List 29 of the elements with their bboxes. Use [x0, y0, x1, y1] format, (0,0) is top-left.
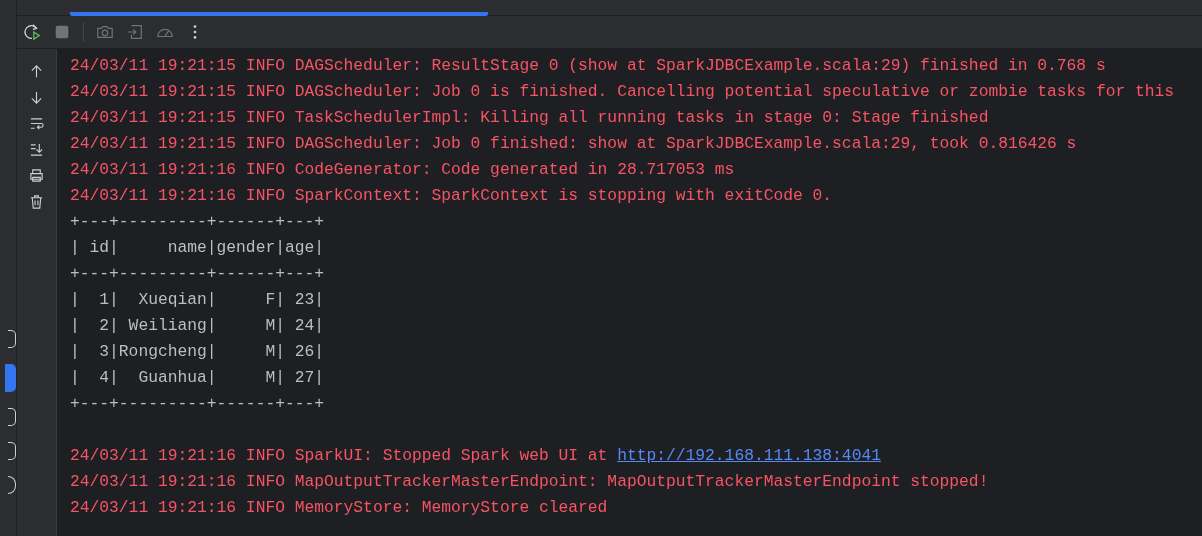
- active-tool-window-icon[interactable]: [5, 364, 16, 392]
- output-line: +---+---------+------+---+: [70, 264, 325, 283]
- tool-window-icon[interactable]: [8, 408, 16, 426]
- output-line: +---+---------+------+---+: [70, 212, 325, 231]
- output-line: | 2| Weiliang| M| 24|: [70, 316, 325, 335]
- log-line: 24/03/11 19:21:16 INFO CodeGenerator: Code generated in 28.717053 ms: [70, 160, 735, 179]
- log-line: 24/03/11 19:21:15 INFO DAGScheduler: Job 0 finished: show at SparkJDBCExample.scala:29, took 0.816426 s: [70, 134, 1077, 153]
- output-line: | 3|Rongcheng| M| 26|: [70, 342, 325, 361]
- log-line: 24/03/11 19:21:16 INFO MapOutputTrackerMasterEndpoint: MapOutputTrackerMasterEndpoint stopped!: [70, 472, 989, 491]
- down-arrow-icon[interactable]: [29, 90, 44, 105]
- scroll-to-end-icon[interactable]: [29, 142, 44, 157]
- url-link[interactable]: http://192.168.111.138:4041: [617, 446, 881, 465]
- output-line: | 1| Xueqian| F| 23|: [70, 290, 325, 309]
- tool-window-icon[interactable]: [8, 330, 16, 348]
- log-line: 24/03/11 19:21:16 INFO MemoryStore: MemoryStore cleared: [70, 498, 608, 517]
- tool-window-icon[interactable]: [8, 442, 16, 460]
- trash-icon[interactable]: [29, 194, 44, 209]
- log-line: 24/03/11 19:21:16 INFO SparkContext: SparkContext is stopping with exitCode 0.: [70, 186, 833, 205]
- log-line: 24/03/11 19:21:15 INFO DAGScheduler: Job 0 is finished. Cancelling potential speculative or zombie tasks for this: [70, 82, 1175, 101]
- soft-wrap-icon[interactable]: [29, 116, 44, 131]
- log-line: 24/03/11 19:21:15 INFO TaskSchedulerImpl: Killing all running tasks in stage 0: Stage finished: [70, 108, 989, 127]
- log-line: 24/03/11 19:21:16 INFO SparkUI: Stopped Spark web UI at: [70, 446, 609, 465]
- rerun-icon[interactable]: [23, 23, 41, 41]
- print-icon[interactable]: [29, 168, 44, 183]
- output-line: | id| name|gender|age|: [70, 238, 325, 257]
- output-line: +---+---------+------+---+: [70, 394, 325, 413]
- log-line: 24/03/11 19:21:15 INFO DAGScheduler: ResultStage 0 (show at SparkJDBCExample.scala:29) finished in 0.768 s: [70, 56, 1106, 75]
- output-line: | 4| Guanhua| M| 27|: [70, 368, 325, 387]
- up-arrow-icon[interactable]: [29, 64, 44, 79]
